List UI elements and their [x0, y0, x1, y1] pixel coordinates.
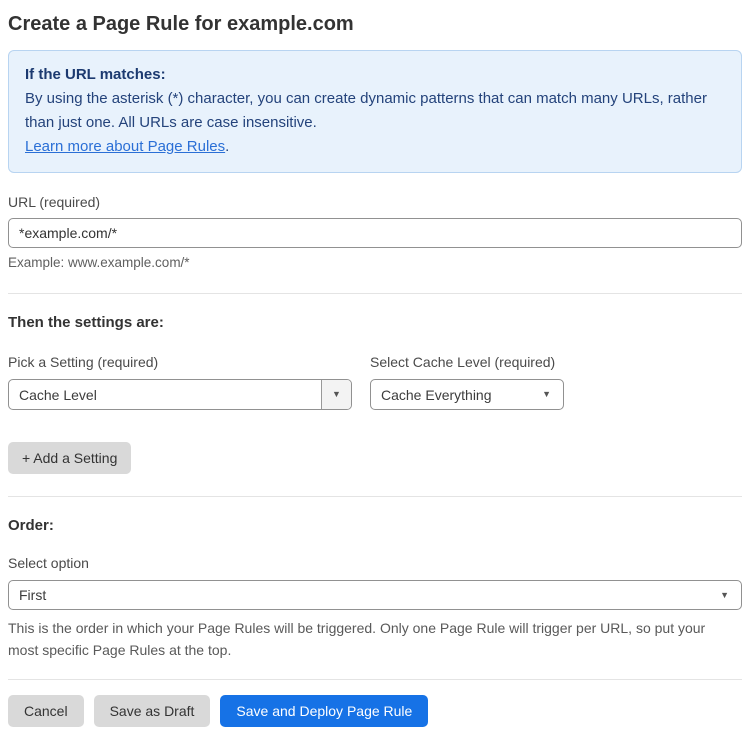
cache-level-selected-value: Cache Everything [381, 386, 492, 403]
settings-section-heading: Then the settings are: [8, 314, 164, 331]
url-field-label: URL (required) [8, 194, 101, 210]
cache-level-select[interactable]: Cache Everything ▼ [370, 379, 564, 410]
learn-more-link[interactable]: Learn more about Page Rules [25, 138, 225, 155]
settings-row: Pick a Setting (required) Cache Level ▼ … [8, 353, 742, 410]
url-helper-text: Example: www.example.com/* [8, 255, 190, 270]
chevron-down-icon: ▼ [720, 589, 729, 600]
info-box-body: By using the asterisk (*) character, you… [25, 90, 707, 131]
order-helper-text: This is the order in which your Page Rul… [8, 620, 706, 658]
link-suffix: . [225, 138, 230, 155]
divider [8, 496, 742, 497]
divider [8, 293, 742, 294]
cache-level-arrow: ▼ [536, 390, 563, 399]
info-box-heading: If the URL matches: [25, 66, 166, 83]
info-box-link-line: Learn more about Page Rules. [25, 135, 725, 159]
order-selected-value: First [19, 587, 47, 603]
page-title: Create a Page Rule for example.com [8, 13, 354, 35]
url-match-info-box: If the URL matches: By using the asteris… [8, 50, 742, 173]
order-select[interactable]: First ▼ [8, 580, 742, 610]
url-input[interactable] [8, 218, 742, 248]
cache-level-label: Select Cache Level (required) [370, 354, 556, 370]
save-and-deploy-button[interactable]: Save and Deploy Page Rule [220, 695, 429, 727]
pick-setting-selected-value: Cache Level [19, 386, 97, 403]
order-select-label: Select option [8, 555, 89, 571]
pick-setting-column: Pick a Setting (required) Cache Level ▼ [8, 353, 352, 410]
divider [8, 679, 742, 680]
order-section-heading: Order: [8, 517, 54, 534]
pick-setting-label: Pick a Setting (required) [8, 354, 159, 370]
order-select-arrow: ▼ [714, 589, 741, 600]
pick-setting-select[interactable]: Cache Level ▼ [8, 379, 352, 410]
pick-setting-arrow-section[interactable]: ▼ [321, 380, 351, 409]
chevron-down-icon: ▼ [542, 389, 551, 399]
add-setting-button[interactable]: + Add a Setting [8, 442, 132, 474]
footer-actions: Cancel Save as Draft Save and Deploy Pag… [8, 695, 742, 727]
chevron-down-icon: ▼ [332, 389, 341, 399]
cache-level-column: Select Cache Level (required) Cache Ever… [370, 353, 564, 410]
cancel-button[interactable]: Cancel [8, 695, 84, 727]
save-as-draft-button[interactable]: Save as Draft [93, 695, 211, 727]
